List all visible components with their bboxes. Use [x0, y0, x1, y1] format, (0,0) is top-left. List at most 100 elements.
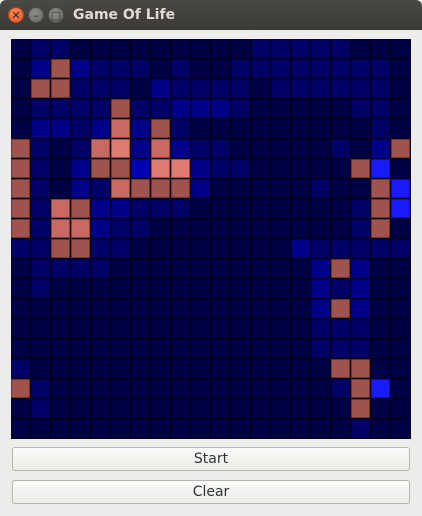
grid-cell[interactable] [31, 419, 50, 438]
grid-cell[interactable] [11, 39, 30, 58]
grid-cell[interactable] [391, 419, 410, 438]
grid-cell[interactable] [271, 259, 290, 278]
grid-cell[interactable] [311, 79, 330, 98]
grid-cell[interactable] [191, 259, 210, 278]
grid-cell[interactable] [71, 39, 90, 58]
grid-cell[interactable] [111, 399, 130, 418]
grid-cell[interactable] [191, 219, 210, 238]
grid-cell[interactable] [51, 279, 70, 298]
grid-cell[interactable] [191, 159, 210, 178]
grid-cell[interactable] [311, 39, 330, 58]
grid-cell[interactable] [271, 419, 290, 438]
grid-cell[interactable] [171, 139, 190, 158]
grid-cell[interactable] [211, 119, 230, 138]
grid-cell[interactable] [211, 419, 230, 438]
grid-cell[interactable] [351, 339, 370, 358]
grid-cell[interactable] [111, 279, 130, 298]
grid-cell[interactable] [331, 299, 350, 318]
grid-cell[interactable] [371, 179, 390, 198]
grid-cell[interactable] [351, 79, 370, 98]
grid-cell[interactable] [11, 79, 30, 98]
grid-cell[interactable] [111, 339, 130, 358]
grid-cell[interactable] [31, 99, 50, 118]
grid-cell[interactable] [391, 199, 410, 218]
grid-cell[interactable] [391, 159, 410, 178]
grid-cell[interactable] [211, 159, 230, 178]
grid-cell[interactable] [351, 219, 370, 238]
grid-cell[interactable] [111, 39, 130, 58]
grid-cell[interactable] [211, 299, 230, 318]
grid-cell[interactable] [131, 399, 150, 418]
grid-cell[interactable] [11, 59, 30, 78]
grid-cell[interactable] [31, 379, 50, 398]
grid-cell[interactable] [171, 239, 190, 258]
grid-cell[interactable] [311, 299, 330, 318]
grid-cell[interactable] [31, 259, 50, 278]
grid-cell[interactable] [251, 219, 270, 238]
grid-cell[interactable] [391, 219, 410, 238]
grid-cell[interactable] [311, 259, 330, 278]
grid-cell[interactable] [131, 359, 150, 378]
grid-cell[interactable] [231, 39, 250, 58]
grid-cell[interactable] [131, 119, 150, 138]
grid-cell[interactable] [291, 339, 310, 358]
grid-cell[interactable] [51, 39, 70, 58]
grid-cell[interactable] [51, 419, 70, 438]
grid-cell[interactable] [391, 179, 410, 198]
grid-cell[interactable] [391, 119, 410, 138]
grid-cell[interactable] [311, 219, 330, 238]
grid-cell[interactable] [51, 79, 70, 98]
grid-cell[interactable] [311, 399, 330, 418]
grid-cell[interactable] [111, 59, 130, 78]
grid-cell[interactable] [331, 99, 350, 118]
grid-cell[interactable] [311, 119, 330, 138]
grid-cell[interactable] [31, 279, 50, 298]
grid-cell[interactable] [171, 59, 190, 78]
grid-cell[interactable] [31, 199, 50, 218]
grid-cell[interactable] [111, 239, 130, 258]
grid-cell[interactable] [271, 239, 290, 258]
grid-cell[interactable] [131, 239, 150, 258]
grid-cell[interactable] [191, 139, 210, 158]
grid-cell[interactable] [131, 179, 150, 198]
grid-cell[interactable] [271, 399, 290, 418]
grid-cell[interactable] [311, 139, 330, 158]
grid-cell[interactable] [111, 179, 130, 198]
grid-cell[interactable] [71, 119, 90, 138]
grid-cell[interactable] [231, 399, 250, 418]
grid-cell[interactable] [11, 319, 30, 338]
grid-cell[interactable] [151, 139, 170, 158]
grid-cell[interactable] [311, 159, 330, 178]
grid-cell[interactable] [331, 179, 350, 198]
grid-cell[interactable] [371, 219, 390, 238]
grid-cell[interactable] [231, 299, 250, 318]
grid-cell[interactable] [331, 239, 350, 258]
grid-cell[interactable] [111, 99, 130, 118]
grid-cell[interactable] [151, 39, 170, 58]
grid-cell[interactable] [131, 339, 150, 358]
grid-cell[interactable] [51, 59, 70, 78]
grid-cell[interactable] [111, 139, 130, 158]
grid-cell[interactable] [211, 359, 230, 378]
grid-cell[interactable] [71, 99, 90, 118]
grid-cell[interactable] [371, 259, 390, 278]
grid-cell[interactable] [131, 59, 150, 78]
grid-cell[interactable] [11, 159, 30, 178]
grid-cell[interactable] [251, 139, 270, 158]
grid-cell[interactable] [91, 39, 110, 58]
grid-cell[interactable] [211, 339, 230, 358]
grid-cell[interactable] [331, 379, 350, 398]
grid-cell[interactable] [71, 299, 90, 318]
grid-cell[interactable] [51, 319, 70, 338]
grid-cell[interactable] [51, 239, 70, 258]
grid-cell[interactable] [31, 299, 50, 318]
grid-cell[interactable] [291, 159, 310, 178]
grid-cell[interactable] [231, 339, 250, 358]
grid-cell[interactable] [291, 119, 310, 138]
grid-cell[interactable] [111, 359, 130, 378]
grid-cell[interactable] [331, 119, 350, 138]
grid-cell[interactable] [91, 339, 110, 358]
grid-cell[interactable] [191, 319, 210, 338]
grid-cell[interactable] [211, 379, 230, 398]
grid-cell[interactable] [371, 399, 390, 418]
